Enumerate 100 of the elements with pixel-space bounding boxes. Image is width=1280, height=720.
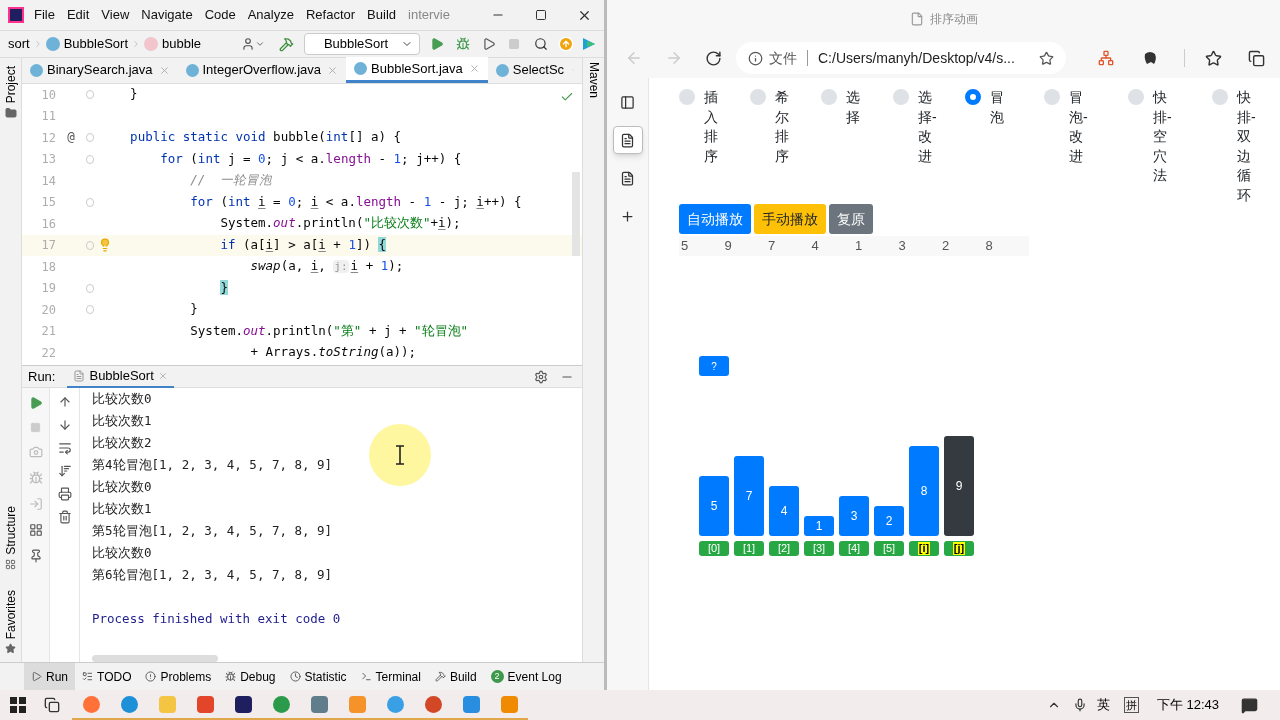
notification-icon[interactable] <box>1241 696 1258 714</box>
radio-label[interactable]: 希尔排序 <box>775 88 798 166</box>
trash-icon[interactable] <box>57 510 72 524</box>
tool-window-button[interactable]: TODO <box>75 662 139 691</box>
run-tab[interactable]: BubbleSort <box>67 365 174 388</box>
elephant-icon[interactable] <box>1142 50 1158 66</box>
vertical-tab[interactable] <box>612 126 643 154</box>
bug-icon[interactable] <box>28 471 43 485</box>
radio-button[interactable] <box>1044 89 1060 105</box>
menu-item[interactable]: Analyze <box>247 5 294 25</box>
app-logo-icon <box>8 7 24 23</box>
array-value: 9 <box>723 237 733 255</box>
plugin-logo-icon[interactable] <box>582 37 597 51</box>
tool-window-button[interactable]: Debug <box>218 662 283 691</box>
editor-tab[interactable]: BubbleSort.java <box>346 57 488 83</box>
radio-label[interactable]: 快排-双边循环 <box>1237 88 1260 205</box>
forward-icon[interactable] <box>665 49 683 67</box>
array-value: 2 <box>941 237 951 255</box>
radio-button[interactable] <box>750 89 766 105</box>
collections-icon[interactable] <box>1248 49 1265 67</box>
radio-label[interactable]: 冒泡-改进 <box>1069 88 1092 166</box>
stop-icon[interactable] <box>508 38 521 50</box>
breadcrumb-item[interactable]: BubbleSort <box>63 34 128 54</box>
windows-logo-icon[interactable] <box>10 697 26 713</box>
input-language[interactable]: 英 <box>1096 695 1110 715</box>
editor-tab[interactable]: BinarySearch.java <box>22 57 178 83</box>
refresh-icon[interactable] <box>705 49 722 67</box>
radio-button[interactable] <box>1128 89 1144 105</box>
person-icon[interactable] <box>241 37 256 51</box>
radio-button[interactable] <box>679 89 695 105</box>
scrollbar-thumb[interactable] <box>92 655 218 662</box>
camera-icon[interactable] <box>28 445 43 459</box>
lightbulb-icon[interactable] <box>98 237 112 252</box>
side-tab[interactable]: Project <box>1 66 20 104</box>
address-bar[interactable]: 文件 C:/Users/manyh/Desktop/v4/s... <box>736 42 1066 74</box>
update-icon[interactable] <box>558 36 575 52</box>
editor-tab[interactable]: IntegerOverflow.java <box>177 57 346 83</box>
menu-item[interactable]: Refactor <box>305 5 356 25</box>
scrollbar-thumb[interactable] <box>572 172 580 256</box>
breadcrumb-item[interactable]: sort <box>8 34 30 54</box>
index-label: [4] <box>846 542 862 555</box>
microphone-icon[interactable] <box>1072 698 1087 712</box>
tool-window-button[interactable]: Statistic <box>282 662 354 691</box>
radio-label[interactable]: 快排-空穴法 <box>1153 88 1176 186</box>
task-view-icon[interactable] <box>44 697 60 713</box>
maximize-icon[interactable] <box>535 9 547 21</box>
debug-icon[interactable] <box>456 37 471 51</box>
login-icon[interactable] <box>28 497 43 511</box>
back-icon[interactable] <box>625 49 643 67</box>
menu-item[interactable]: View <box>101 5 130 25</box>
caret-icon[interactable] <box>255 39 266 49</box>
radio-button[interactable] <box>965 89 981 105</box>
editor-tab[interactable]: SelectSc <box>487 57 573 83</box>
pin-icon[interactable] <box>28 549 43 563</box>
gutter-mark[interactable]: @ <box>67 128 75 148</box>
tool-window-button[interactable]: Run <box>24 662 75 691</box>
menu-item[interactable]: File <box>34 5 55 25</box>
code-line: } <box>189 300 198 319</box>
run-icon[interactable] <box>430 37 445 51</box>
print-icon[interactable] <box>57 487 72 501</box>
output-line: 比较次数1 <box>92 500 152 518</box>
menu-item[interactable]: Edit <box>66 5 90 25</box>
input-mode[interactable]: 拼 <box>1123 697 1139 713</box>
radio-button[interactable] <box>821 89 837 105</box>
favorites-icon[interactable] <box>1205 49 1222 67</box>
hammer-icon[interactable] <box>279 36 295 52</box>
action-button[interactable]: 自动播放 <box>679 204 751 234</box>
document-icon <box>73 369 86 382</box>
radio-label[interactable]: 冒泡 <box>990 88 1013 127</box>
network-icon[interactable] <box>1098 50 1114 66</box>
layout-icon[interactable] <box>28 523 43 537</box>
tool-window-button[interactable]: Terminal <box>353 662 428 691</box>
coverage-icon[interactable] <box>482 37 497 51</box>
tool-window-button[interactable]: Problems <box>138 662 219 691</box>
index-label: [3] <box>811 542 827 555</box>
radio-button[interactable] <box>893 89 909 105</box>
settings-icon[interactable] <box>534 369 548 384</box>
action-button[interactable]: 手动播放 <box>754 204 826 234</box>
radio-button[interactable] <box>1212 89 1228 105</box>
radio-label[interactable]: 选择-改进 <box>918 88 941 166</box>
menu-item[interactable]: Navigate <box>141 5 193 25</box>
menu-item[interactable]: Build <box>367 5 396 25</box>
tool-window-button[interactable]: Build <box>427 662 484 691</box>
clock[interactable]: 下午 12:43 <box>1156 695 1219 715</box>
side-tab[interactable]: Maven <box>584 62 603 99</box>
wrap-icon[interactable] <box>57 441 72 455</box>
action-button[interactable]: 复原 <box>829 204 873 234</box>
search-icon[interactable] <box>534 37 549 51</box>
scroll-end-icon[interactable] <box>57 464 72 478</box>
rerun-icon[interactable] <box>28 396 43 410</box>
menu-item[interactable]: Code <box>204 5 236 25</box>
tool-window-button[interactable]: 2 Event Log <box>483 662 569 691</box>
line-number: 21 <box>40 323 56 341</box>
stop-icon[interactable] <box>30 422 41 433</box>
breadcrumb-item[interactable]: bubble <box>162 34 202 54</box>
run-config-dropdown[interactable]: BubbleSort <box>304 33 421 55</box>
side-tab[interactable]: Structure <box>1 505 20 555</box>
side-tab[interactable]: Favorites <box>1 589 20 639</box>
radio-label[interactable]: 插入排序 <box>704 88 727 166</box>
radio-label[interactable]: 选择 <box>846 88 869 127</box>
